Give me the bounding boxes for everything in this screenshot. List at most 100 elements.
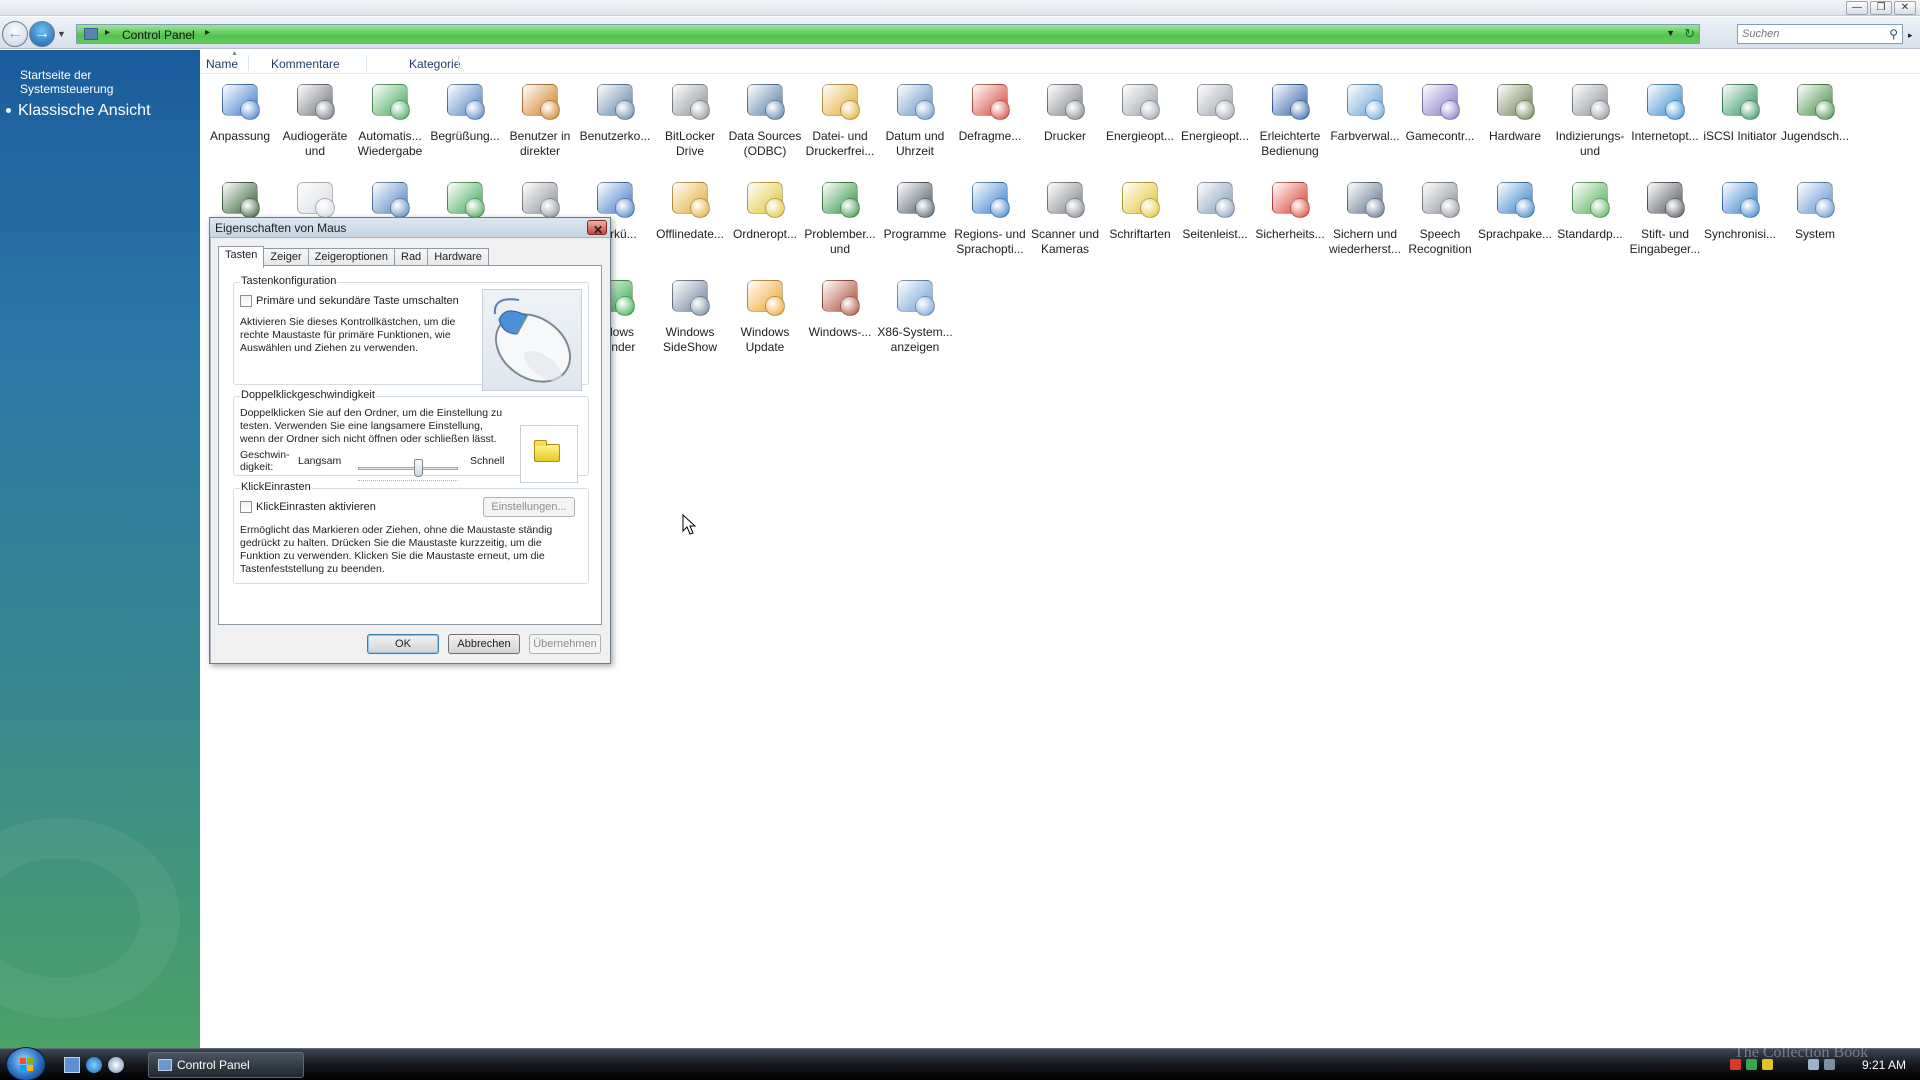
control-panel-item[interactable]: Energieopt... [1177,76,1253,172]
control-panel-item[interactable]: Datum und Uhrzeit [877,76,953,172]
control-panel-item[interactable]: Standardp... [1552,174,1628,270]
control-panel-item[interactable]: Indizierungs- und [1552,76,1628,172]
search-input[interactable] [1738,25,1878,43]
dialog-close-button[interactable]: ✕ [587,220,607,237]
breadcrumb-chevron-icon[interactable]: ▸ [105,27,110,38]
item-label: Sichern und wiederherst... [1328,227,1402,256]
control-panel-item[interactable]: Jugendsch... [1777,76,1853,172]
breadcrumb-chevron-icon[interactable]: ▸ [205,27,210,38]
control-panel-item[interactable]: Farbverwal... [1327,76,1403,172]
control-panel-item[interactable]: Erleichterte Bedienung [1252,76,1328,172]
classic-view-link[interactable]: Klassische Ansicht [6,102,151,120]
show-desktop-icon[interactable] [64,1057,80,1073]
control-panel-item[interactable]: Synchronisi... [1702,174,1778,270]
control-panel-item[interactable]: Anpassung [202,76,278,172]
control-panel-item[interactable]: Seitenleist... [1177,174,1253,270]
control-panel-item[interactable]: Sprachpake... [1477,174,1553,270]
mouse-illustration-icon [493,298,572,383]
slider-thumb[interactable] [414,459,423,477]
address-dropdown-icon[interactable]: ▼ [1666,28,1675,38]
control-panel-item[interactable]: Stift- und Eingabeger... [1627,174,1703,270]
control-panel-item[interactable]: Automatis... Wiedergabe [352,76,428,172]
clicklock-settings-button[interactable]: Einstellungen... [483,497,575,517]
mouse-icon [291,174,339,222]
control-panel-item[interactable]: Datei- und Druckerfrei... [802,76,878,172]
search-icon[interactable]: ⚲ [1889,27,1898,41]
control-panel-item[interactable]: Defragme... [952,76,1028,172]
parental-controls-icon [1791,76,1839,124]
bitlocker-icon [666,76,714,124]
item-label: System [1794,227,1835,241]
address-bar[interactable]: ▸ Control Panel ▸ ▼ ↻ [76,24,1700,44]
control-panel-item[interactable]: Gamecontr... [1402,76,1478,172]
control-panel-item[interactable]: Windows SideShow [652,272,728,368]
control-panel-item[interactable]: Begrüßung... [427,76,503,172]
clicklock-checkbox[interactable] [240,501,252,513]
forward-button[interactable]: → [29,21,55,47]
control-panel-item[interactable]: Regions- und Sprachopti... [952,174,1028,270]
clicklock-row[interactable]: KlickEinrasten aktivieren [240,501,376,513]
network-map-icon [441,174,489,222]
tab-buttons[interactable]: Tasten [218,246,265,268]
item-label: Ordneropt... [732,227,798,241]
recent-pages-dropdown[interactable]: ▼ [57,29,66,39]
internet-explorer-icon[interactable] [86,1057,102,1073]
control-panel-item[interactable]: Sicherheits... [1252,174,1328,270]
breadcrumb-control-panel[interactable]: Control Panel [122,28,195,42]
control-panel-item[interactable]: Windows-... [802,272,878,368]
chevron-right-icon[interactable]: ▸ [1908,30,1913,41]
taskbar-control-panel[interactable]: Control Panel [148,1052,304,1078]
control-panel-item[interactable]: Hardware [1477,76,1553,172]
control-panel-item[interactable]: Speech Recognition [1402,174,1478,270]
dialog-titlebar[interactable]: Eigenschaften von Maus ✕ [210,218,610,238]
control-panel-item[interactable]: Data Sources (ODBC) [727,76,803,172]
control-panel-home-link[interactable]: Startseite der Systemsteuerung [20,68,113,96]
apply-button[interactable]: Übernehmen [529,634,601,654]
minimize-button[interactable]: — [1846,1,1868,15]
control-panel-item[interactable]: Benutzerko... [577,76,653,172]
refresh-icon[interactable]: ↻ [1684,26,1695,42]
control-panel-item[interactable]: Audiogeräte und [277,76,353,172]
control-panel-item[interactable]: Scanner und Kameras [1027,174,1103,270]
control-panel-item[interactable]: Benutzer in direkter [502,76,578,172]
close-window-button[interactable]: ✕ [1894,1,1916,15]
column-separator[interactable] [458,55,459,71]
folder-icon[interactable] [534,440,560,462]
control-panel-item[interactable]: Internetopt... [1627,76,1703,172]
control-panel-item[interactable]: Programme [877,174,953,270]
control-panel-item[interactable]: Schriftarten [1102,174,1178,270]
column-header-comments[interactable]: Kommentare [271,57,340,71]
column-header-category[interactable]: Kategorie [409,57,460,71]
control-panel-item[interactable]: Problember... und [802,174,878,270]
control-panel-item[interactable]: Ordneropt... [727,174,803,270]
control-panel-item[interactable]: iSCSI Initiator [1702,76,1778,172]
start-button[interactable] [6,1047,46,1080]
item-label: Regions- und Sprachopti... [954,227,1026,256]
switch-windows-icon[interactable] [108,1057,124,1073]
test-folder-area[interactable] [520,425,578,483]
back-button[interactable]: ← [2,21,28,47]
control-panel-item[interactable]: Offlinedate... [652,174,728,270]
switch-buttons-checkbox[interactable] [240,295,252,307]
control-panel-item[interactable]: System [1777,174,1853,270]
double-click-speed-group: Doppelklickgeschwindigkeit Doppelklicken… [233,389,589,483]
control-panel-item[interactable]: Drucker [1027,76,1103,172]
cancel-button[interactable]: Abbrechen [448,634,520,654]
search-box[interactable]: ⚲ [1737,24,1903,44]
control-panel-item[interactable]: X86-System... anzeigen [877,272,953,368]
column-separator[interactable] [248,55,249,71]
restore-button[interactable]: ❐ [1870,1,1892,15]
double-click-speed-slider[interactable] [358,467,458,470]
slider-ticks [358,480,458,483]
performance-monitor-icon [216,174,264,222]
control-panel-item[interactable]: BitLocker Drive [652,76,728,172]
clock[interactable]: 9:21 AM [1862,1058,1906,1072]
firewall-icon [816,272,864,320]
column-header-name[interactable]: Name [206,57,238,71]
switch-buttons-row[interactable]: Primäre und sekundäre Taste umschalten [240,295,459,307]
ok-button[interactable]: OK [367,634,439,654]
control-panel-item[interactable]: Windows Update [727,272,803,368]
column-separator[interactable] [366,55,367,71]
control-panel-item[interactable]: Sichern und wiederherst... [1327,174,1403,270]
control-panel-item[interactable]: Energieopt... [1102,76,1178,172]
